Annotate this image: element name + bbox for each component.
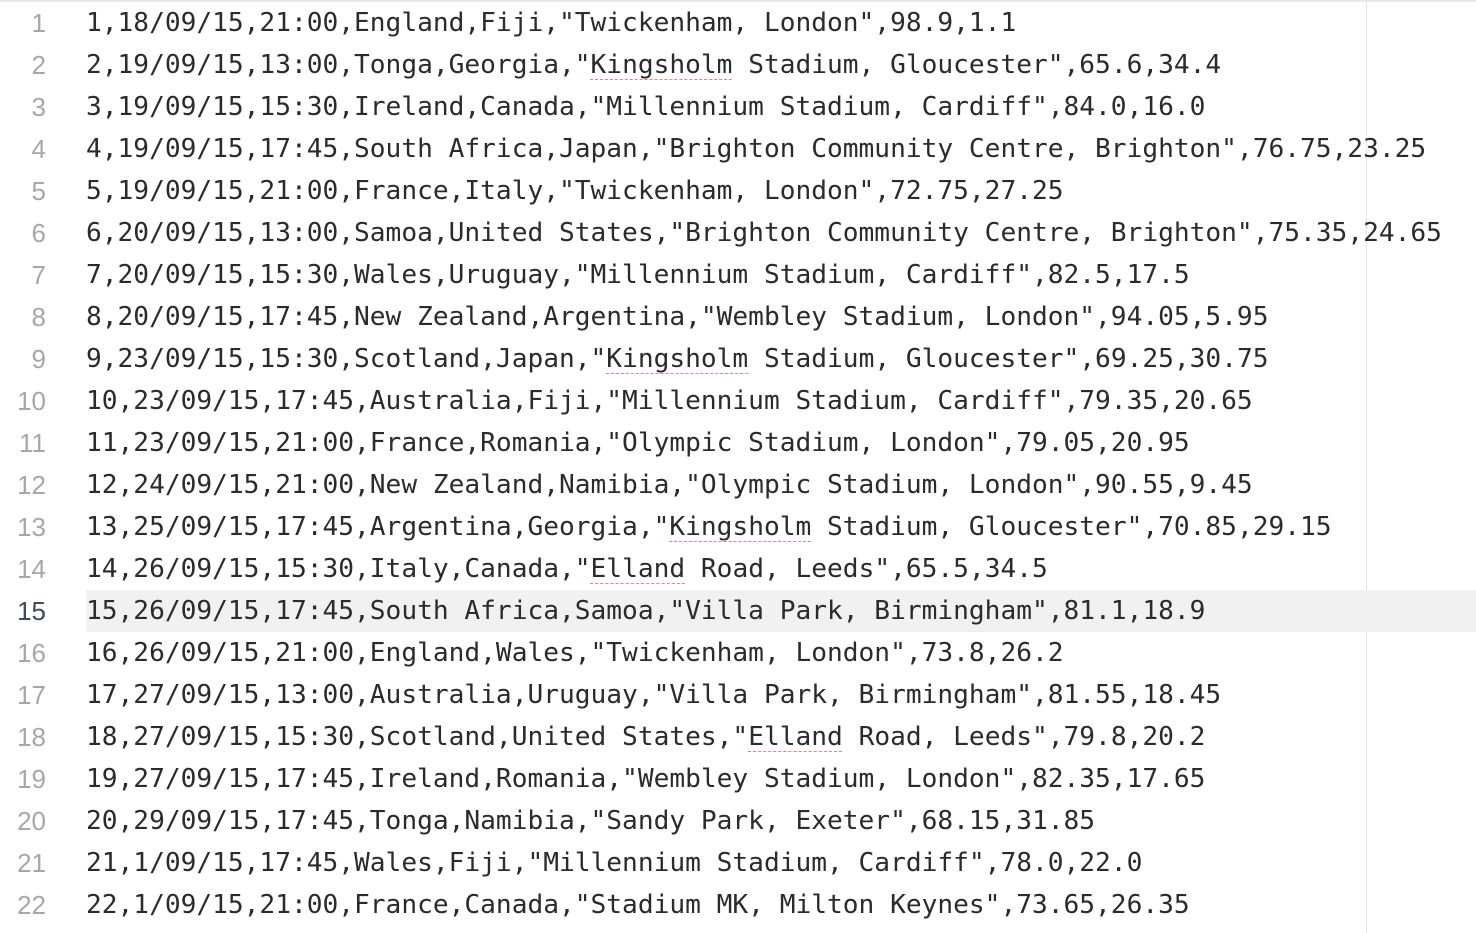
editor-line[interactable]: 19 19,27/09/15,17:45,Ireland,Romania,"Wem… [0,758,1476,800]
line-text[interactable]: 18,27/09/15,15:30,Scotland,United States… [86,716,1476,758]
line-number: 12 [17,470,46,500]
editor-line[interactable]: 11 11,23/09/15,21:00,France,Romania,"Olym… [0,422,1476,464]
editor-line[interactable]: 8 8,20/09/15,17:45,New Zealand,Argentina,… [0,296,1476,338]
line-text[interactable]: 8,20/09/15,17:45,New Zealand,Argentina,"… [86,296,1476,338]
editor-line[interactable]: 10 10,23/09/15,17:45,Australia,Fiji,"Mill… [0,380,1476,422]
editor-line[interactable]: 3 3,19/09/15,15:30,Ireland,Canada,"Millen… [0,86,1476,128]
line-text[interactable]: 11,23/09/15,21:00,France,Romania,"Olympi… [86,422,1476,464]
text-editor[interactable]: 1 1,18/09/15,21:00,England,Fiji,"Twickenh… [0,0,1476,933]
editor-line[interactable]: 15 15,26/09/15,17:45,South Africa,Samoa,"… [0,590,1476,632]
line-number: 9 [31,344,46,374]
line-number: 20 [17,806,46,836]
line-text-segment: 2,19/09/15,13:00,Tonga,Georgia," [86,50,591,80]
line-text[interactable]: 9,23/09/15,15:30,Scotland,Japan,"Kingsho… [86,338,1476,380]
editor-line[interactable]: 16 16,26/09/15,21:00,England,Wales,"Twick… [0,632,1476,674]
line-number: 15 [17,596,46,626]
spellcheck-flagged-word[interactable]: Kingsholm [669,512,811,542]
editor-line[interactable]: 9 9,23/09/15,15:30,Scotland,Japan,"Kingsh… [0,338,1476,380]
line-text[interactable]: 7,20/09/15,15:30,Wales,Uruguay,"Millenni… [86,254,1476,296]
line-number: 7 [31,260,46,290]
line-text[interactable]: 17,27/09/15,13:00,Australia,Uruguay,"Vil… [86,674,1476,716]
line-text[interactable]: 10,23/09/15,17:45,Australia,Fiji,"Millen… [86,380,1476,422]
line-number: 17 [17,680,46,710]
editor-line[interactable]: 2 2,19/09/15,13:00,Tonga,Georgia,"Kingsho… [0,44,1476,86]
editor-line[interactable]: 6 6,20/09/15,13:00,Samoa,United States,"B… [0,212,1476,254]
spellcheck-flagged-word[interactable]: Kingsholm [591,50,733,80]
editor-line[interactable]: 13 13,25/09/15,17:45,Argentina,Georgia,"K… [0,506,1476,548]
line-text-segment: Road, Leeds",65.5,34.5 [685,554,1048,584]
line-number: 6 [31,218,46,248]
line-text-segment: Stadium, Gloucester",70.85,29.15 [811,512,1332,542]
editor-line[interactable]: 12 12,24/09/15,21:00,New Zealand,Namibia,… [0,464,1476,506]
line-number: 2 [31,50,46,80]
editor-lines[interactable]: 1 1,18/09/15,21:00,England,Fiji,"Twickenh… [0,2,1476,926]
spellcheck-flagged-word[interactable]: Elland [591,554,686,584]
editor-line[interactable]: 1 1,18/09/15,21:00,England,Fiji,"Twickenh… [0,2,1476,44]
line-number: 3 [31,92,46,122]
line-text-segment: 18,27/09/15,15:30,Scotland,United States… [86,722,749,752]
line-number: 10 [17,386,46,416]
line-text[interactable]: 4,19/09/15,17:45,South Africa,Japan,"Bri… [86,128,1476,170]
line-text-segment: 14,26/09/15,15:30,Italy,Canada," [86,554,591,584]
line-number: 1 [31,8,46,38]
line-text-segment: Road, Leeds",79.8,20.2 [842,722,1206,752]
line-text-segment: 9,23/09/15,15:30,Scotland,Japan," [86,344,607,374]
editor-line[interactable]: 7 7,20/09/15,15:30,Wales,Uruguay,"Millenn… [0,254,1476,296]
editor-line[interactable]: 5 5,19/09/15,21:00,France,Italy,"Twickenh… [0,170,1476,212]
line-text[interactable]: 15,26/09/15,17:45,South Africa,Samoa,"Vi… [86,590,1476,632]
line-text[interactable]: 19,27/09/15,17:45,Ireland,Romania,"Wembl… [86,758,1476,800]
editor-line[interactable]: 21 21,1/09/15,17:45,Wales,Fiji,"Millenniu… [0,842,1476,884]
line-text[interactable]: 2,19/09/15,13:00,Tonga,Georgia,"Kingshol… [86,44,1476,86]
line-text[interactable]: 5,19/09/15,21:00,France,Italy,"Twickenha… [86,170,1476,212]
line-number: 16 [17,638,46,668]
line-text[interactable]: 1,18/09/15,21:00,England,Fiji,"Twickenha… [86,2,1476,44]
line-number: 13 [17,512,46,542]
editor-line[interactable]: 17 17,27/09/15,13:00,Australia,Uruguay,"V… [0,674,1476,716]
line-number: 22 [17,890,46,920]
line-text[interactable]: 20,29/09/15,17:45,Tonga,Namibia,"Sandy P… [86,800,1476,842]
line-number: 4 [31,134,46,164]
line-number: 19 [17,764,46,794]
line-text[interactable]: 21,1/09/15,17:45,Wales,Fiji,"Millennium … [86,842,1476,884]
line-text-segment: 13,25/09/15,17:45,Argentina,Georgia," [86,512,670,542]
line-number: 8 [31,302,46,332]
line-text[interactable]: 16,26/09/15,21:00,England,Wales,"Twicken… [86,632,1476,674]
line-text[interactable]: 12,24/09/15,21:00,New Zealand,Namibia,"O… [86,464,1476,506]
line-number: 11 [19,428,46,458]
spellcheck-flagged-word[interactable]: Elland [748,722,843,752]
line-text[interactable]: 3,19/09/15,15:30,Ireland,Canada,"Millenn… [86,86,1476,128]
editor-line[interactable]: 4 4,19/09/15,17:45,South Africa,Japan,"Br… [0,128,1476,170]
editor-line[interactable]: 14 14,26/09/15,15:30,Italy,Canada,"Elland… [0,548,1476,590]
editor-line[interactable]: 18 18,27/09/15,15:30,Scotland,United Stat… [0,716,1476,758]
editor-line[interactable]: 20 20,29/09/15,17:45,Tonga,Namibia,"Sandy… [0,800,1476,842]
line-number: 18 [17,722,46,752]
line-number: 5 [31,176,46,206]
line-text[interactable]: 22,1/09/15,21:00,France,Canada,"Stadium … [86,884,1476,926]
line-text-segment: Stadium, Gloucester",65.6,34.4 [732,50,1222,80]
line-text[interactable]: 6,20/09/15,13:00,Samoa,United States,"Br… [86,212,1476,254]
spellcheck-flagged-word[interactable]: Kingsholm [606,344,748,374]
line-text[interactable]: 14,26/09/15,15:30,Italy,Canada,"Elland R… [86,548,1476,590]
line-text-segment: Stadium, Gloucester",69.25,30.75 [748,344,1269,374]
line-number: 21 [17,848,46,878]
line-text[interactable]: 13,25/09/15,17:45,Argentina,Georgia,"Kin… [86,506,1476,548]
editor-line[interactable]: 22 22,1/09/15,21:00,France,Canada,"Stadiu… [0,884,1476,926]
line-number: 14 [17,554,46,584]
